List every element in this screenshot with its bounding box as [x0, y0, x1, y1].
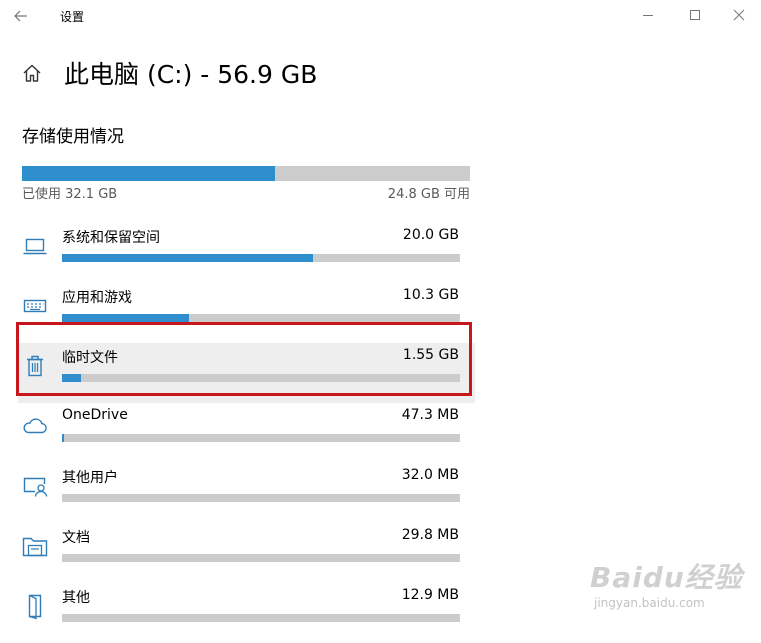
cloud-icon: [20, 411, 50, 441]
highlight-annotation-box: [16, 322, 472, 396]
section-title: 存储使用情况: [22, 127, 124, 147]
category-name: 其他用户: [62, 470, 118, 486]
category-size: 20.0 GB: [402, 227, 459, 243]
title-bar: 设置: [0, 0, 761, 32]
page-title: 此电脑 (C:) - 56.9 GB: [64, 60, 318, 89]
home-icon[interactable]: [20, 61, 44, 85]
laptop-icon: [20, 231, 50, 261]
category-onedrive[interactable]: OneDrive 47.3 MB: [18, 403, 475, 463]
category-system-reserved[interactable]: 系统和保留空间 20.0 GB: [18, 223, 475, 283]
user-screen-icon: [20, 471, 50, 501]
used-space-label: 已使用 32.1 GB: [22, 187, 118, 202]
back-arrow-icon: [14, 10, 27, 22]
overall-usage-bar: [22, 166, 470, 181]
category-usage-bar: [62, 554, 460, 562]
category-usage-bar: [62, 314, 460, 322]
close-button[interactable]: [716, 0, 761, 30]
minimize-icon: [643, 15, 653, 16]
overall-usage-fill: [22, 166, 275, 181]
category-size: 32.0 MB: [401, 467, 459, 483]
category-size: 10.3 GB: [402, 287, 459, 303]
category-name: 文档: [62, 530, 90, 546]
category-size: 12.9 MB: [401, 587, 459, 603]
category-size: 29.8 MB: [401, 527, 459, 543]
category-other[interactable]: 其他 12.9 MB: [18, 583, 475, 643]
minimize-button[interactable]: [625, 0, 671, 30]
close-icon: [733, 9, 745, 21]
back-button[interactable]: [6, 2, 36, 30]
window-title: 设置: [60, 10, 85, 24]
category-usage-bar: [62, 254, 460, 262]
category-name: 其他: [62, 590, 90, 606]
category-usage-bar: [62, 434, 460, 442]
keyboard-icon: [20, 291, 50, 321]
category-usage-bar: [62, 494, 460, 502]
category-usage-fill: [62, 314, 190, 322]
maximize-button[interactable]: [672, 0, 718, 30]
watermark-url: jingyan.baidu.com: [594, 596, 705, 610]
category-size: 47.3 MB: [401, 407, 459, 423]
folder-icon: [20, 531, 50, 561]
category-other-users[interactable]: 其他用户 32.0 MB: [18, 463, 475, 523]
category-usage-fill: [62, 254, 313, 262]
page-header: 此电脑 (C:) - 56.9 GB: [20, 55, 317, 91]
category-documents[interactable]: 文档 29.8 MB: [18, 523, 475, 583]
category-name: 应用和游戏: [62, 290, 132, 306]
door-icon: [20, 591, 50, 621]
free-space-label: 24.8 GB 可用: [387, 187, 470, 202]
category-usage-bar: [62, 614, 460, 622]
category-name: 系统和保留空间: [62, 230, 160, 246]
category-name: OneDrive: [62, 407, 128, 423]
baidu-watermark: Baidu经验 jingyan.baidu.com: [584, 550, 756, 616]
maximize-icon: [690, 10, 700, 20]
watermark-brand: Baidu经验: [590, 561, 743, 594]
category-usage-fill: [62, 434, 64, 442]
